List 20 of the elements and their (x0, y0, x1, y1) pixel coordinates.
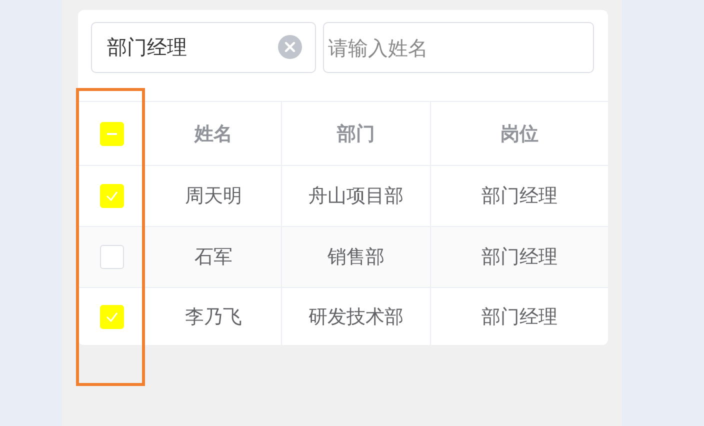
row-checkbox[interactable] (100, 245, 124, 269)
table-cell-text: 舟山项目部 (308, 184, 404, 209)
check-icon (106, 312, 118, 322)
table-cell-text: 部门经理 (482, 184, 558, 209)
table-cell-text: 周天明 (185, 184, 242, 209)
column-header: 部门 (337, 122, 375, 146)
table-cell-text: 销售部 (328, 245, 384, 270)
check-icon (106, 191, 118, 201)
clear-icon[interactable] (278, 35, 302, 59)
table-cell-text: 部门经理 (482, 245, 558, 270)
select-all-checkbox[interactable] (100, 122, 124, 146)
dash-icon (107, 132, 117, 134)
table-cell-text: 李乃飞 (185, 304, 242, 330)
column-header: 姓名 (194, 122, 232, 146)
table-cell-text: 部门经理 (482, 304, 558, 330)
table-cell-text: 研发技术部 (308, 304, 404, 330)
input-field[interactable]: 部门经理 (91, 22, 316, 73)
table-cell-text: 石军 (194, 245, 232, 270)
column-header: 岗位 (500, 122, 538, 146)
input-field[interactable]: 请输入姓名 (323, 22, 594, 73)
